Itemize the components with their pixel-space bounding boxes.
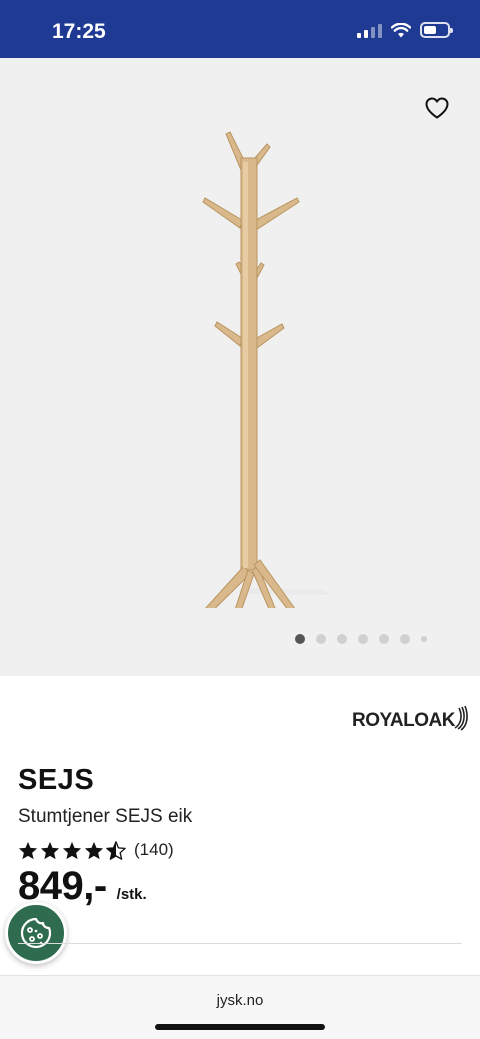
gallery-dot[interactable] bbox=[379, 634, 389, 644]
status-icons bbox=[357, 22, 453, 38]
brand-swoosh-icon bbox=[454, 705, 468, 731]
battery-icon bbox=[420, 22, 453, 38]
star-full-icon bbox=[40, 841, 60, 859]
gallery-dot[interactable] bbox=[337, 634, 347, 644]
rating-stars bbox=[18, 840, 126, 860]
rating-count[interactable]: (140) bbox=[134, 840, 174, 860]
gallery-dot[interactable] bbox=[316, 634, 326, 644]
status-bar: 17:25 bbox=[0, 0, 480, 58]
product-subtitle: Stumtjener SEJS eik bbox=[18, 806, 193, 827]
gallery-dot[interactable] bbox=[358, 634, 368, 644]
favorite-heart-icon[interactable] bbox=[424, 96, 450, 120]
coat-stand-image bbox=[202, 131, 328, 608]
wifi-icon bbox=[391, 22, 411, 37]
star-full-icon bbox=[18, 841, 38, 859]
product-image-gallery[interactable] bbox=[0, 58, 480, 676]
star-full-icon bbox=[62, 841, 82, 859]
product-rating[interactable]: (140) bbox=[18, 840, 174, 860]
price-unit: /stk. bbox=[116, 886, 147, 903]
status-time: 17:25 bbox=[52, 20, 106, 43]
gallery-dot[interactable] bbox=[400, 634, 410, 644]
home-indicator[interactable] bbox=[155, 1024, 325, 1030]
brand-logo[interactable]: ROYALOAK bbox=[352, 705, 469, 732]
brand-logo-text: ROYALOAK bbox=[352, 710, 455, 731]
browser-url-bar[interactable]: jysk.no bbox=[0, 975, 480, 1039]
gallery-dot[interactable] bbox=[421, 636, 427, 642]
cookie-icon bbox=[20, 917, 52, 949]
star-half-icon bbox=[106, 840, 126, 860]
star-full-icon bbox=[84, 841, 104, 859]
browser-url[interactable]: jysk.no bbox=[0, 992, 480, 1009]
gallery-dot[interactable] bbox=[295, 634, 305, 644]
cellular-signal-icon bbox=[357, 22, 382, 38]
cookie-settings-button[interactable] bbox=[5, 902, 67, 964]
divider bbox=[18, 943, 462, 944]
gallery-pagination bbox=[295, 634, 427, 644]
product-name: SEJS bbox=[18, 764, 95, 796]
